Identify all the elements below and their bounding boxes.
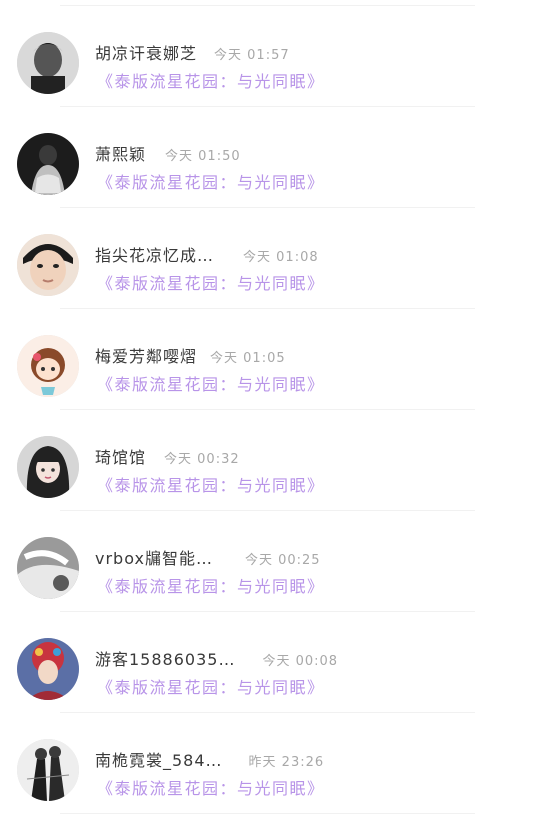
username[interactable]: 指尖花凉忆成… [95,242,214,266]
list-item[interactable]: vrbox牖智能… 今天 00:25 《泰版流星花园：与光同眠》 [0,511,540,612]
timestamp: 今天 00:32 [164,452,240,467]
list-item[interactable]: 梅爱芳鄰嘤熠 今天 01:05 《泰版流星花园：与光同眠》 [0,309,540,410]
username[interactable]: 梅爱芳鄰嘤熠 [95,343,197,367]
work-title-link[interactable]: 《泰版流星花园：与光同眠》 [97,169,325,193]
avatar[interactable] [17,537,79,599]
username[interactable]: vrbox牖智能… [95,545,213,569]
avatar[interactable] [17,436,79,498]
work-title-link[interactable]: 《泰版流星花园：与光同眠》 [97,371,325,395]
divider [60,813,475,814]
timestamp: 今天 00:08 [262,654,339,669]
timestamp: 今天 01:50 [165,149,241,164]
work-title-link[interactable]: 《泰版流星花园：与光同眠》 [97,775,325,799]
work-title-link[interactable]: 《泰版流星花园：与光同眠》 [97,68,325,92]
list-item[interactable]: 南桅霓裳_584… 昨天 23:26 《泰版流星花园：与光同眠》 [0,713,540,814]
list-item[interactable]: 游客15886035… 今天 00:08 《泰版流星花园：与光同眠》 [0,612,540,713]
list-item[interactable]: 琦馆馆 今天 00:32 《泰版流星花园：与光同眠》 [0,410,540,511]
comment-list: 胡凉讦衰娜芝 今天 01:57 《泰版流星花园：与光同眠》 萧熙颖 今天 01:… [0,0,540,823]
list-item[interactable]: 胡凉讦衰娜芝 今天 01:57 《泰版流星花园：与光同眠》 [0,6,540,107]
avatar[interactable] [17,133,79,195]
avatar[interactable] [17,739,79,801]
timestamp: 今天 01:05 [210,351,286,366]
timestamp: 昨天 23:26 [248,755,325,770]
timestamp: 今天 01:08 [243,250,319,265]
work-title-link[interactable]: 《泰版流星花园：与光同眠》 [97,270,325,294]
list-item[interactable]: 萧熙颖 今天 01:50 《泰版流星花园：与光同眠》 [0,107,540,208]
work-title-link[interactable]: 《泰版流星花园：与光同眠》 [97,573,325,597]
username[interactable]: 游客15886035… [95,646,235,670]
username[interactable]: 萧熙颖 [95,141,146,165]
avatar[interactable] [17,335,79,397]
avatar[interactable] [17,638,79,700]
list-item[interactable]: 指尖花凉忆成… 今天 01:08 《泰版流星花园：与光同眠》 [0,208,540,309]
work-title-link[interactable]: 《泰版流星花园：与光同眠》 [97,674,325,698]
timestamp: 今天 00:25 [244,553,321,568]
avatar[interactable] [17,234,79,296]
username[interactable]: 南桅霓裳_584… [95,747,223,771]
username[interactable]: 琦馆馆 [95,444,146,468]
username[interactable]: 胡凉讦衰娜芝 [95,40,197,64]
avatar[interactable] [17,32,79,94]
timestamp: 今天 01:57 [214,48,290,63]
work-title-link[interactable]: 《泰版流星花园：与光同眠》 [97,472,325,496]
